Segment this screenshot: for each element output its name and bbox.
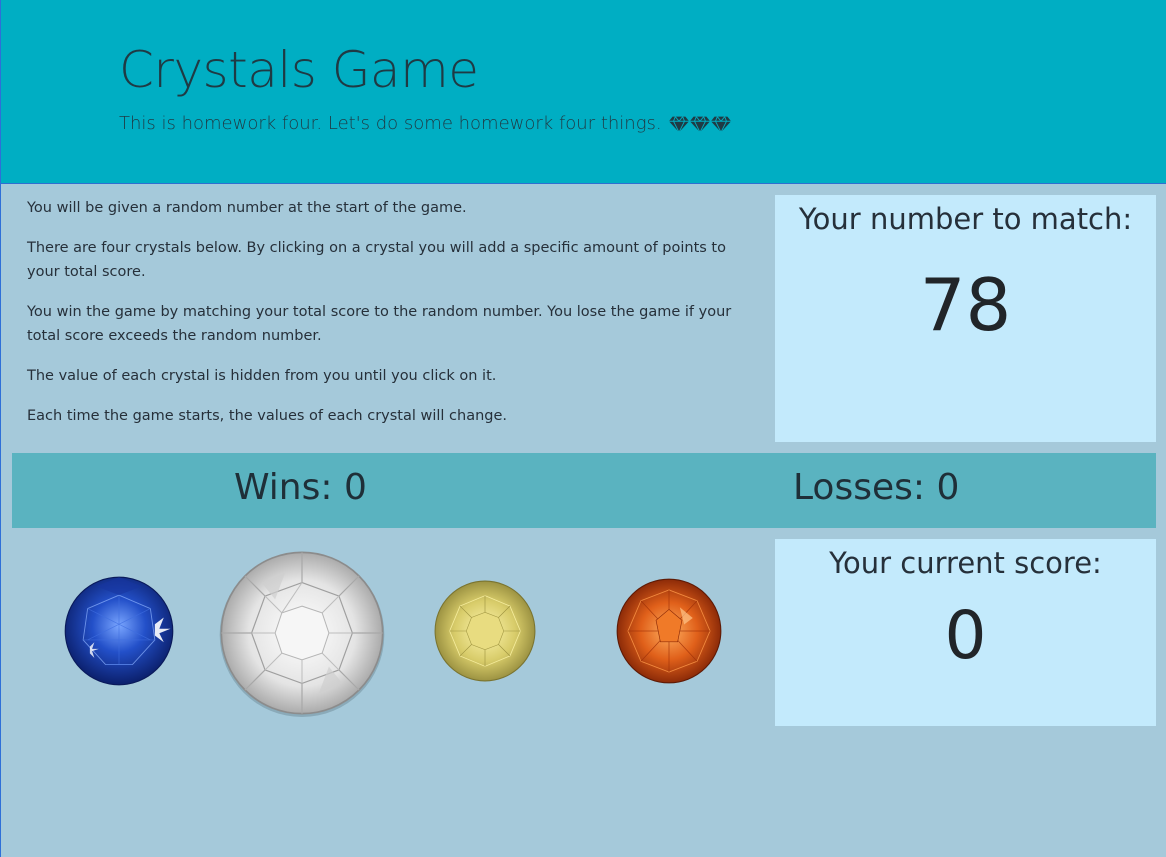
current-score-panel: Your current score: 0: [775, 539, 1156, 726]
orange-crystal-icon: [616, 578, 722, 684]
losses-counter: Losses: 0: [793, 467, 960, 508]
gem-icon: [710, 116, 731, 133]
white-diamond-crystal-icon: [219, 551, 385, 717]
gem-icon: [668, 116, 689, 133]
instruction-paragraph: You win the game by matching your total …: [27, 304, 732, 344]
page-subtitle: This is homework four. Let's do some hom…: [119, 110, 731, 138]
stats-bar: Wins: 0 Losses: 0: [12, 453, 1156, 528]
target-label: Your number to match:: [798, 202, 1133, 236]
subtitle-text: This is homework four. Let's do some hom…: [119, 113, 662, 134]
orange-crystal-button[interactable]: [615, 577, 723, 685]
yellow-crystal-button[interactable]: [433, 579, 537, 683]
target-number-panel: Your number to match: 78: [775, 195, 1156, 442]
yellow-crystal-icon: [434, 580, 536, 682]
wins-counter: Wins: 0: [234, 467, 367, 508]
score-label: Your current score:: [829, 546, 1102, 580]
target-number: 78: [919, 263, 1012, 347]
blue-crystal-button[interactable]: [63, 575, 175, 687]
instruction-paragraph: You will be given a random number at the…: [27, 200, 467, 216]
gem-icon: [689, 116, 710, 133]
white-crystal-button[interactable]: [218, 549, 386, 717]
instruction-paragraph: The value of each crystal is hidden from…: [27, 368, 497, 384]
blue-sapphire-crystal-icon: [64, 576, 174, 686]
gem-icons: [668, 113, 731, 135]
header-jumbotron: Crystals Game This is homework four. Let…: [1, 0, 1166, 184]
instruction-paragraph: There are four crystals below. By clicki…: [27, 240, 726, 280]
current-score: 0: [944, 597, 987, 674]
instructions: You will be given a random number at the…: [27, 196, 757, 444]
instruction-paragraph: Each time the game starts, the values of…: [27, 408, 508, 424]
page-title: Crystals Game: [119, 41, 479, 99]
